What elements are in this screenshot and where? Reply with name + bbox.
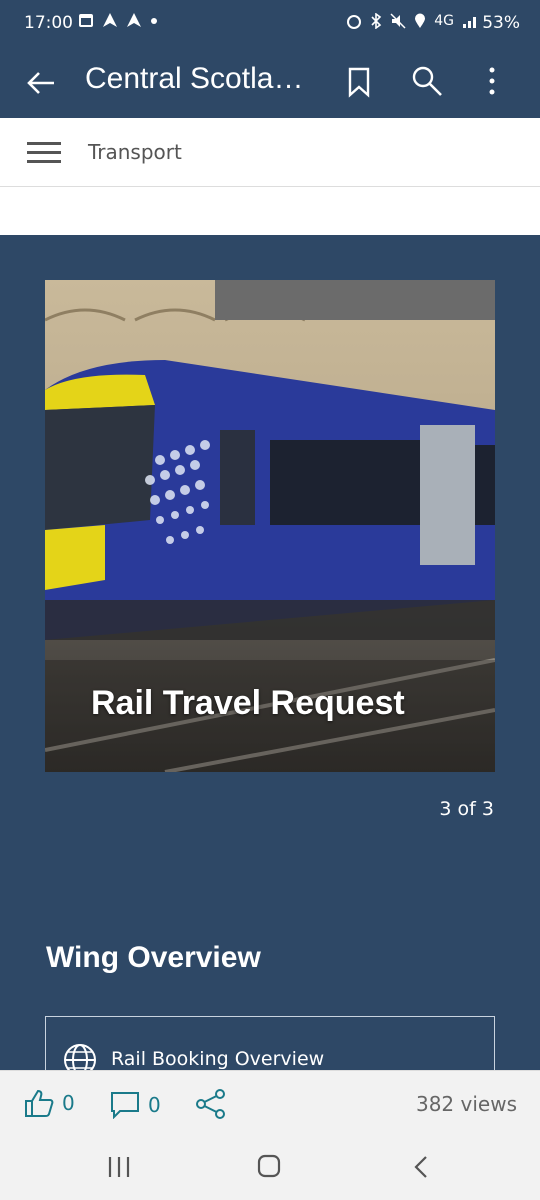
home-icon[interactable] — [257, 1154, 281, 1178]
more-vert-icon[interactable] — [488, 66, 496, 96]
system-icons: 4G — [346, 13, 480, 29]
white-spacer — [0, 187, 540, 235]
comment-button[interactable]: 0 — [110, 1091, 161, 1119]
alarm-icon — [347, 15, 362, 29]
navigation-icon — [127, 13, 141, 27]
comment-count: 0 — [148, 1093, 161, 1117]
battery-level: 53% — [482, 13, 520, 33]
like-button[interactable]: 0 — [24, 1089, 75, 1117]
hamburger-menu-icon[interactable] — [27, 140, 61, 166]
bookmark-icon[interactable] — [346, 66, 372, 98]
mute-icon — [390, 13, 406, 29]
status-bar: 17:00 4G 53% — [0, 0, 540, 48]
calendar-icon — [79, 14, 93, 27]
recent-apps-icon[interactable] — [107, 1156, 131, 1178]
link-card-label: Rail Booking Overview — [111, 1048, 325, 1070]
comment-icon — [111, 1092, 139, 1119]
signal-icon — [463, 17, 476, 28]
network-type: 4G — [434, 13, 454, 29]
sub-navigation: Transport — [0, 118, 540, 187]
section-title: Wing Overview — [46, 941, 261, 974]
navigation-icon — [103, 13, 117, 27]
thumbs-up-icon — [25, 1089, 54, 1117]
page-title: Central Scotland Wing — [85, 62, 320, 95]
breadcrumb-transport[interactable]: Transport — [88, 140, 182, 164]
share-icon[interactable] — [195, 1089, 227, 1119]
location-icon — [415, 13, 426, 28]
view-count: 382 views — [415, 1092, 517, 1116]
dot-icon — [151, 18, 157, 24]
status-time: 17:00 — [24, 13, 73, 33]
notification-icons — [78, 12, 158, 28]
like-count: 0 — [62, 1091, 75, 1115]
system-navigation-bar — [0, 1134, 540, 1200]
carousel-pager: 3 of 3 — [439, 798, 494, 820]
footer-actions: 0 0 382 views — [0, 1070, 540, 1135]
hero-carousel-slide[interactable]: Rail Travel Request — [45, 280, 495, 772]
app-bar: Central Scotland Wing — [0, 48, 540, 118]
back-nav-icon[interactable] — [412, 1155, 430, 1179]
back-arrow-icon[interactable] — [24, 66, 58, 100]
search-icon[interactable] — [410, 64, 444, 98]
bluetooth-icon — [371, 13, 382, 29]
hero-caption: Rail Travel Request — [91, 684, 405, 722]
